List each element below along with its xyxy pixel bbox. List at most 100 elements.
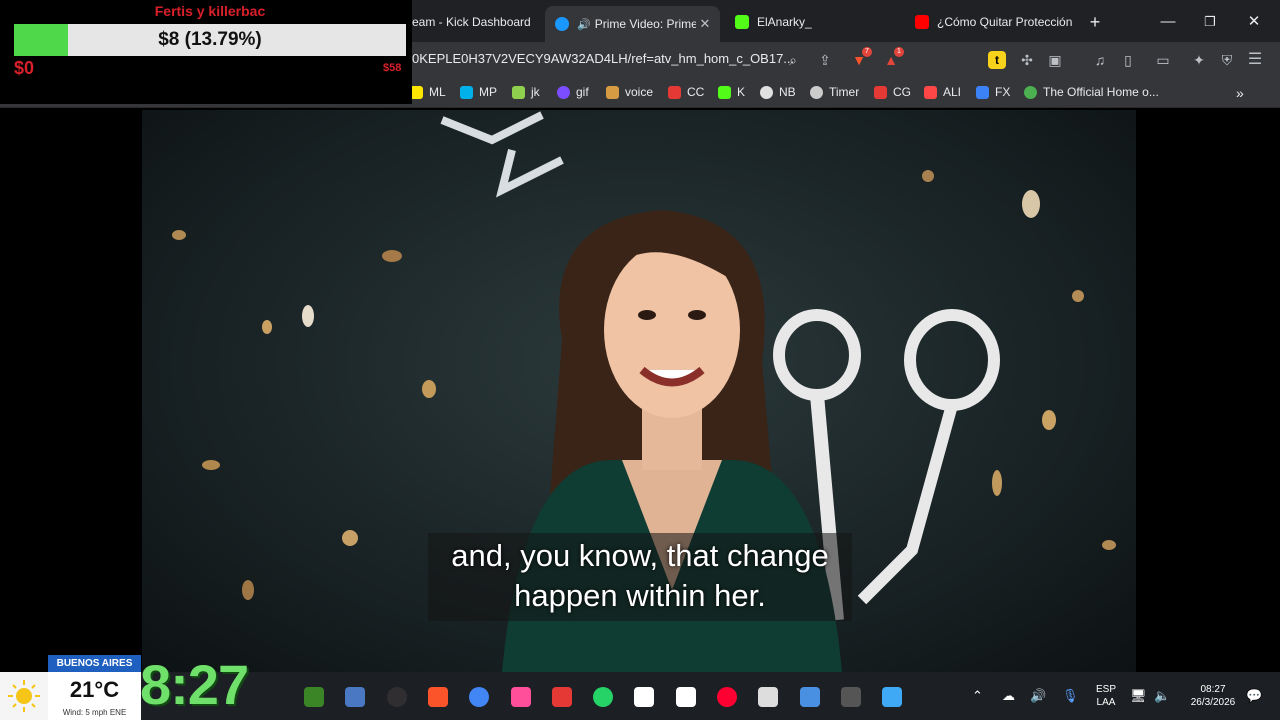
youtube-music-icon[interactable] xyxy=(717,687,737,707)
bookmark-nb[interactable]: NB xyxy=(760,85,796,99)
tray-overflow-icon[interactable]: ⌃ xyxy=(972,688,983,704)
weather-sun-panel xyxy=(0,672,48,720)
bookmark-official-home[interactable]: The Official Home o... xyxy=(1024,85,1159,99)
bookmark-label: ALI xyxy=(943,85,962,99)
app-icon[interactable] xyxy=(511,687,531,707)
bookmark-timer[interactable]: Timer xyxy=(810,85,859,99)
app-icon[interactable] xyxy=(345,687,365,707)
close-window-button[interactable]: ✕ xyxy=(1240,10,1268,34)
weather-city: BUENOS AIRES xyxy=(48,655,141,672)
sun-icon xyxy=(8,680,40,712)
bookmark-gif[interactable]: gif xyxy=(557,85,589,99)
background-speck xyxy=(202,460,220,470)
tab-youtube[interactable]: ¿Cómo Quitar Protección xyxy=(905,6,1075,38)
tab-label: ElAnarky_ xyxy=(757,15,812,29)
bookmark-icon xyxy=(924,85,937,99)
bookmarks-more-button[interactable]: » xyxy=(1236,85,1244,101)
volume-icon[interactable]: 🔊 xyxy=(1030,688,1046,704)
tab-label: Prime Video: Prime xyxy=(594,17,696,31)
bookmark-voice[interactable]: voice xyxy=(606,85,653,99)
restore-button[interactable]: ❐ xyxy=(1196,10,1224,34)
bookmark-icon xyxy=(512,85,525,99)
minimize-button[interactable]: — xyxy=(1154,10,1182,34)
kick-icon xyxy=(718,85,731,99)
capcut-icon[interactable] xyxy=(634,687,654,707)
bookmark-label: CC xyxy=(687,85,705,99)
extension-icon[interactable]: ▣ xyxy=(1044,50,1066,70)
bookmark-mp[interactable]: MP xyxy=(460,85,497,99)
app-icon[interactable] xyxy=(758,687,778,707)
bookmark-label: The Official Home o... xyxy=(1043,85,1159,99)
clock-date: 26/3/2026 xyxy=(1190,697,1236,708)
vpn-shield-icon[interactable]: ⛨ xyxy=(1216,50,1238,70)
extension-icon[interactable]: t xyxy=(988,51,1006,69)
tab-elanarky[interactable]: ElAnarky_ xyxy=(725,6,900,38)
notifications-icon[interactable]: 💬 xyxy=(1246,688,1262,704)
background-speck xyxy=(1042,410,1056,430)
capcut-icon[interactable] xyxy=(676,687,696,707)
new-tab-button[interactable]: + xyxy=(1081,10,1109,34)
bookmark-label: voice xyxy=(625,85,654,99)
donation-amount: $8 (13.79%) xyxy=(158,29,262,50)
speaker-icon[interactable]: 🔈 xyxy=(1154,688,1170,704)
speaker-icon[interactable]: 🔊 xyxy=(577,18,591,31)
bookmark-cg[interactable]: CG xyxy=(874,85,911,99)
background-speck xyxy=(342,530,358,546)
extension-badge: 1 xyxy=(894,47,904,57)
brave-icon[interactable] xyxy=(428,687,448,707)
chrome-icon[interactable] xyxy=(469,687,489,707)
bookmark-fx[interactable]: FX xyxy=(976,85,1010,99)
share-icon[interactable]: ⇪ xyxy=(814,50,836,70)
bookmark-icon xyxy=(1024,85,1037,99)
zoom-icon[interactable]: ⌕ xyxy=(782,50,804,70)
bookmark-icon xyxy=(606,85,619,99)
url-field[interactable]: 0KEPLE0H37V2VECY9AW32AD4LH/ref=atv_hm_ho… xyxy=(412,51,794,66)
music-icon[interactable]: ♫ xyxy=(1089,50,1111,70)
system-clock[interactable]: 08:27 26/3/2026 xyxy=(1182,684,1244,708)
tab-label: ¿Cómo Quitar Protección xyxy=(937,15,1073,29)
bookmark-icon xyxy=(874,85,887,99)
bookmark-icon xyxy=(668,85,681,99)
bookmark-cc[interactable]: CC xyxy=(668,85,704,99)
app-icon[interactable] xyxy=(841,687,861,707)
bookmark-icon xyxy=(460,85,473,99)
tab-prime-video[interactable]: 🔊 Prime Video: Prime ✕ xyxy=(545,6,720,42)
wallet-icon[interactable]: ▭ xyxy=(1152,50,1174,70)
language-indicator[interactable]: ESP LAA xyxy=(1092,684,1120,708)
puzzle-icon[interactable]: ✣ xyxy=(1016,50,1038,70)
background-speck xyxy=(302,305,314,327)
youtube-icon xyxy=(915,15,929,29)
background-speck xyxy=(1102,540,1116,550)
app-icon[interactable] xyxy=(800,687,820,707)
app-icon[interactable] xyxy=(552,687,572,707)
subtitle-line-2: happen within her. xyxy=(514,578,766,613)
bookmark-jk[interactable]: jk xyxy=(512,85,540,99)
onedrive-icon[interactable]: ☁ xyxy=(1002,688,1015,704)
bookmark-k[interactable]: K xyxy=(718,85,745,99)
microphone-icon[interactable]: 🎙 xyxy=(1062,688,1079,704)
sidebar-icon[interactable]: ▯ xyxy=(1117,50,1139,70)
bookmark-label: FX xyxy=(995,85,1011,99)
bookmark-ml[interactable]: ML xyxy=(410,85,446,99)
language-code: ESP xyxy=(1095,684,1116,695)
bookmark-label: ML xyxy=(429,85,446,99)
close-tab-icon[interactable]: ✕ xyxy=(696,16,714,32)
bookmark-icon xyxy=(976,85,989,99)
whatsapp-icon[interactable] xyxy=(593,687,613,707)
background-speck xyxy=(262,320,272,334)
clock-time: 08:27 xyxy=(1200,684,1226,695)
network-icon[interactable]: 🖥 xyxy=(1130,688,1147,704)
bookmark-ali[interactable]: ALI xyxy=(924,85,961,99)
minecraft-icon[interactable] xyxy=(304,687,324,707)
leo-ai-icon[interactable]: ✦ xyxy=(1188,50,1210,70)
extension-badge: 7 xyxy=(862,47,872,57)
obs-icon[interactable] xyxy=(387,687,407,707)
app-icon[interactable] xyxy=(882,687,902,707)
background-speck xyxy=(1072,290,1084,302)
weather-temperature: 21°C xyxy=(48,672,141,708)
donation-goal-title: Fertis y killerbac xyxy=(154,3,266,19)
tab-kick-dashboard[interactable]: eam - Kick Dashboard xyxy=(412,6,540,38)
weather-wind: Wind: 5 mph ENE xyxy=(48,706,141,720)
stream-clock: 8:27 xyxy=(140,653,249,716)
menu-icon[interactable]: ☰ xyxy=(1244,50,1266,70)
